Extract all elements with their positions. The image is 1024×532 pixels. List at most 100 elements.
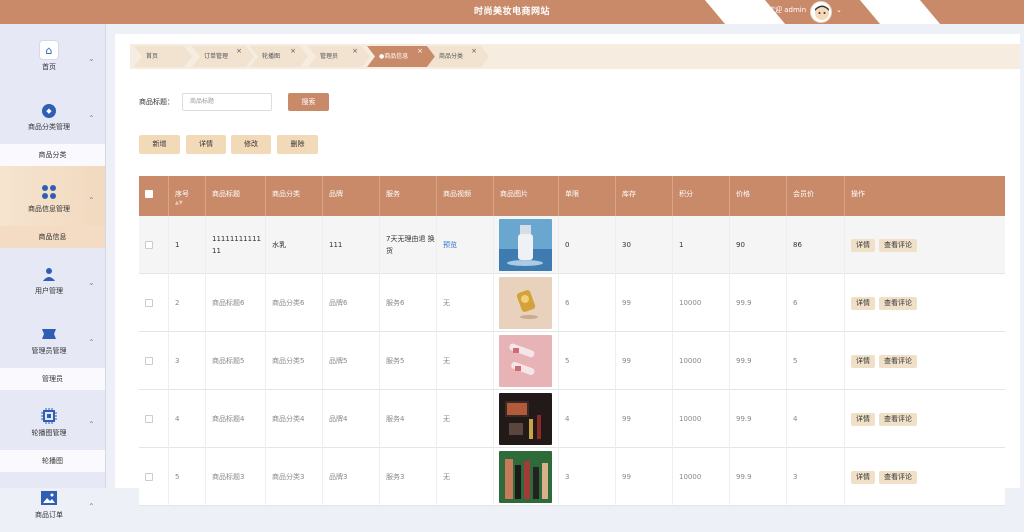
col-header[interactable]: 库存	[616, 176, 673, 216]
avatar[interactable]	[810, 1, 832, 23]
close-icon[interactable]: ×	[417, 41, 423, 62]
sidebar-item-home[interactable]: ⌂ 首页 ⌄	[0, 24, 105, 84]
close-icon[interactable]: ×	[290, 41, 296, 62]
cell-title: 商品标题5	[206, 332, 266, 390]
row-checkbox[interactable]	[139, 332, 169, 390]
search-button[interactable]: 搜索	[288, 93, 329, 111]
chevron-up-icon: ⌃	[88, 338, 95, 347]
cell-title: 商品标题4	[206, 390, 266, 448]
col-header[interactable]: 商品标题	[206, 176, 266, 216]
row-checkbox[interactable]	[139, 274, 169, 332]
edit-button[interactable]: 修改	[231, 135, 271, 154]
cell-video: 无	[437, 274, 494, 332]
sidebar-subitem-banner[interactable]: 轮播图	[0, 450, 105, 472]
add-button[interactable]: 新增	[139, 135, 180, 154]
cell-brand: 111	[323, 216, 380, 274]
row-checkbox[interactable]	[139, 216, 169, 274]
row-checkbox[interactable]	[139, 390, 169, 448]
col-header[interactable]: 商品视频	[437, 176, 494, 216]
row-detail-button[interactable]: 详情	[851, 296, 875, 310]
delete-button[interactable]: 删除	[277, 135, 318, 154]
row-detail-button[interactable]: 详情	[851, 470, 875, 484]
sidebar-subitem-category[interactable]: 商品分类	[0, 144, 105, 166]
chevron-down-icon: ⌄	[88, 54, 95, 63]
tab-banner[interactable]: 轮播图 ×	[250, 46, 308, 67]
col-header[interactable]: 品牌	[323, 176, 380, 216]
table-row[interactable]: 5 商品标题3 商品分类3 品牌3 服务3 无 3 99 10000 99.9 …	[139, 448, 1005, 506]
cell-actions: 详情 查看评论	[845, 274, 1005, 332]
sidebar-item-admin-management[interactable]: 管理员管理 ⌃	[0, 308, 105, 368]
sidebar-item-product-management[interactable]: 商品信息管理 ⌃	[0, 166, 105, 226]
cell-points: 10000	[673, 332, 730, 390]
tab-product-info[interactable]: ●商品信息 ×	[367, 46, 435, 67]
col-header: 操作	[851, 190, 865, 198]
sidebar-subitem-admin[interactable]: 管理员	[0, 368, 105, 390]
sidebar-item-label: 用户管理	[35, 287, 63, 295]
cell-service: 7天无理由退 换货	[380, 216, 437, 274]
chevron-down-icon[interactable]: ⌄	[836, 6, 842, 14]
row-detail-button[interactable]: 详情	[851, 412, 875, 426]
cell-category: 商品分类4	[266, 390, 323, 448]
sidebar-item-category-management[interactable]: ◆ 商品分类管理 ⌃	[0, 84, 105, 144]
cell-actions: 详情 查看评论	[845, 390, 1005, 448]
sidebar-subitem-product[interactable]: 商品信息	[0, 226, 105, 248]
col-header[interactable]: 服务	[380, 176, 437, 216]
table-row[interactable]: 2 商品标题6 商品分类6 品牌6 服务6 无 6 99 10000 99.9 …	[139, 274, 1005, 332]
chevron-up-icon: ⌃	[88, 502, 95, 511]
row-detail-button[interactable]: 详情	[851, 354, 875, 368]
tab-home[interactable]: 首页	[134, 46, 192, 67]
cell-member-price: 4	[787, 390, 845, 448]
cell-brand: 品牌4	[323, 390, 380, 448]
tab-category[interactable]: 商品分类 ×	[427, 46, 489, 67]
tab-admin[interactable]: 管理员 ×	[308, 46, 370, 67]
chevron-up-icon: ⌃	[88, 420, 95, 429]
row-review-button[interactable]: 查看评论	[879, 296, 917, 310]
cell-points: 10000	[673, 274, 730, 332]
row-checkbox[interactable]	[139, 448, 169, 506]
cell-limit: 3	[559, 448, 616, 506]
cell-stock: 99	[616, 332, 673, 390]
cell-points: 10000	[673, 448, 730, 506]
table-row[interactable]: 4 商品标题4 商品分类4 品牌4 服务4 无 4 99 10000 99.9 …	[139, 390, 1005, 448]
sidebar-item-orders[interactable]: 商品订单 ⌃	[0, 472, 105, 532]
cell-image	[494, 274, 559, 332]
close-icon[interactable]: ×	[471, 41, 477, 62]
cell-brand: 品牌6	[323, 274, 380, 332]
row-review-button[interactable]: 查看评论	[879, 412, 917, 426]
col-header[interactable]: 序号 ▲▼	[169, 176, 206, 216]
menu-icon[interactable]	[890, 3, 902, 15]
cell-no: 4	[169, 390, 206, 448]
sidebar-item-banner-management[interactable]: 轮播图管理 ⌃	[0, 390, 105, 450]
col-header[interactable]: 商品分类	[266, 176, 323, 216]
cell-member-price: 3	[787, 448, 845, 506]
cell-title: 商品标题3	[206, 448, 266, 506]
cell-limit: 6	[559, 274, 616, 332]
row-detail-button[interactable]: 详情	[851, 238, 875, 252]
select-all-checkbox[interactable]	[139, 176, 169, 216]
table-row[interactable]: 3 商品标题5 商品分类5 品牌5 服务5 无 5 99 10000 99.9 …	[139, 332, 1005, 390]
col-header[interactable]: 价格	[730, 176, 787, 216]
cell-points: 10000	[673, 390, 730, 448]
sidebar-item-label: 商品分类管理	[28, 123, 70, 131]
cell-service: 服务6	[380, 274, 437, 332]
search-label: 商品标题：	[139, 98, 174, 106]
sidebar-item-user-management[interactable]: 用户管理 ⌄	[0, 248, 105, 308]
cell-service: 服务5	[380, 332, 437, 390]
tab-orders[interactable]: 订单管理 ×	[192, 46, 254, 67]
row-review-button[interactable]: 查看评论	[879, 238, 917, 252]
col-header[interactable]: 单限	[559, 176, 616, 216]
col-header[interactable]: 会员价	[787, 176, 845, 216]
close-icon[interactable]: ×	[352, 41, 358, 62]
row-review-button[interactable]: 查看评论	[879, 354, 917, 368]
table-row[interactable]: 1 11111111111 11 水乳 111 7天无理由退 换货 预览 0 3…	[139, 216, 1005, 274]
col-header[interactable]: 商品图片	[494, 176, 559, 216]
search-input[interactable]: 商品标题	[182, 93, 272, 111]
col-header[interactable]: 积分	[673, 176, 730, 216]
cell-price: 99.9	[730, 274, 787, 332]
detail-button[interactable]: 详情	[186, 135, 226, 154]
close-icon[interactable]: ×	[236, 41, 242, 62]
cell-stock: 99	[616, 390, 673, 448]
video-preview-link[interactable]: 预览	[437, 216, 494, 274]
row-review-button[interactable]: 查看评论	[879, 470, 917, 484]
tab-bar: 首页 订单管理 × 轮播图 × 管理员 × ●商品信息 × 商品分类 ×	[130, 44, 1020, 69]
